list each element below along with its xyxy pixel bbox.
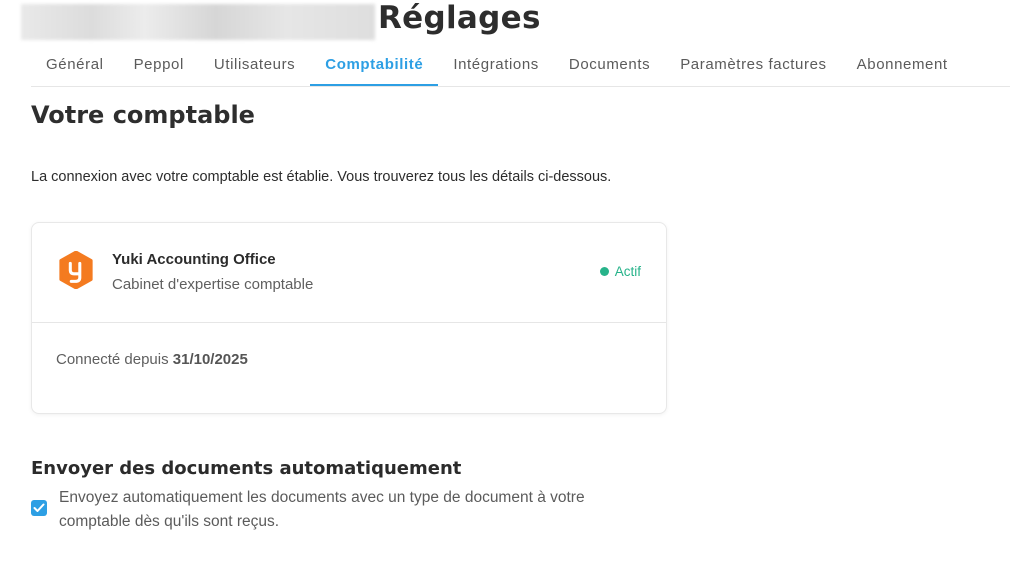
section-title: Votre comptable xyxy=(31,101,255,129)
auto-send-title: Envoyer des documents automatiquement xyxy=(31,458,462,479)
accountant-card-header: Yuki Accounting Office Cabinet d'experti… xyxy=(32,223,666,323)
accountant-card: Yuki Accounting Office Cabinet d'experti… xyxy=(31,222,667,414)
checkmark-icon xyxy=(33,503,45,512)
tab-comptabilite[interactable]: Comptabilité xyxy=(310,42,439,86)
tabs-divider xyxy=(31,86,1010,87)
tab-integrations[interactable]: Intégrations xyxy=(438,42,554,86)
redacted-company-name xyxy=(21,4,375,40)
page-title: Réglages xyxy=(378,0,541,36)
tab-parametres-factures[interactable]: Paramètres factures xyxy=(665,42,841,86)
status-dot-icon xyxy=(599,267,609,276)
tab-utilisateurs[interactable]: Utilisateurs xyxy=(199,42,310,86)
accountant-name: Yuki Accounting Office xyxy=(112,251,276,268)
connected-since: Connecté depuis 31/10/2025 xyxy=(56,351,248,368)
auto-send-description: Envoyez automatiquement les documents av… xyxy=(59,489,585,530)
status-label: Actif xyxy=(614,264,641,279)
tab-general[interactable]: Général xyxy=(31,42,119,86)
connected-label: Connecté depuis xyxy=(56,351,169,368)
tab-documents[interactable]: Documents xyxy=(554,42,665,86)
intro-text: La connexion avec votre comptable est ét… xyxy=(31,169,612,185)
tab-peppol[interactable]: Peppol xyxy=(119,42,199,86)
status-badge: Actif xyxy=(599,264,641,279)
tab-abonnement[interactable]: Abonnement xyxy=(842,42,963,86)
auto-send-checkbox[interactable] xyxy=(31,500,47,516)
connected-date: 31/10/2025 xyxy=(172,351,248,368)
yuki-logo-icon xyxy=(59,251,93,289)
accountant-type: Cabinet d'expertise comptable xyxy=(112,276,314,293)
settings-tabs: Général Peppol Utilisateurs Comptabilité… xyxy=(31,42,963,87)
